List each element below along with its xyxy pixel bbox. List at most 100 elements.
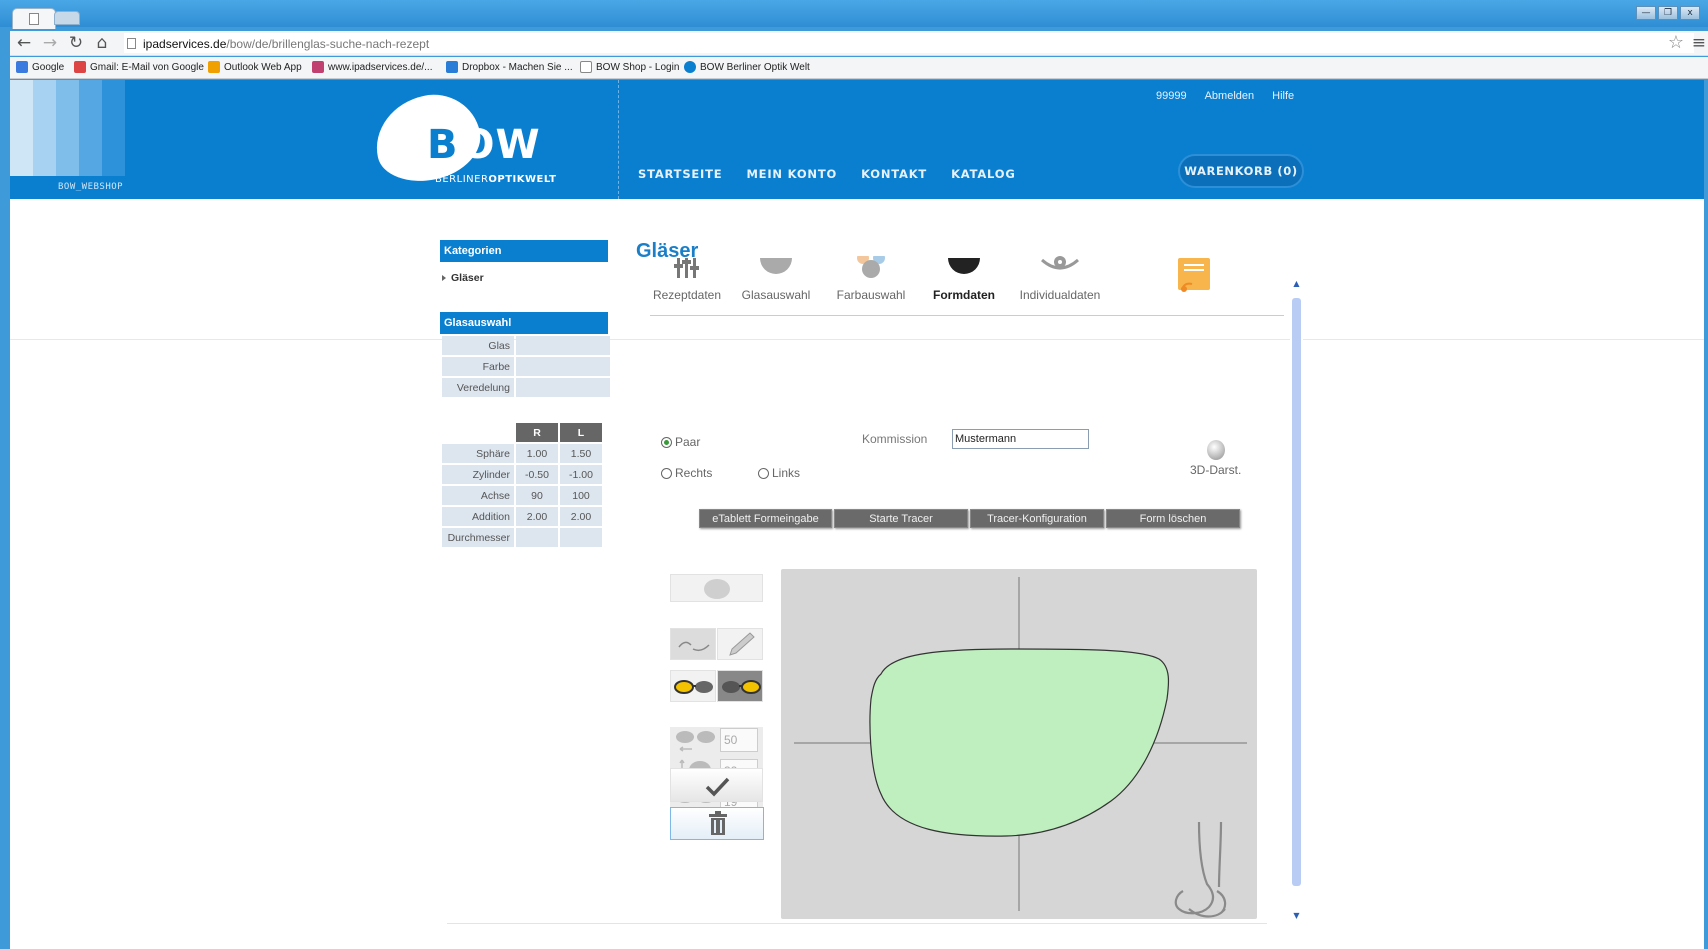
- new-tab-button[interactable]: [54, 11, 80, 25]
- bookmark-gmail[interactable]: Gmail: E-Mail von Google: [74, 61, 204, 73]
- scroll-down-icon[interactable]: ▼: [1291, 910, 1302, 921]
- logo-subtitle: BERLINEROPTIKWELT: [435, 174, 556, 185]
- sliders-icon: [674, 258, 699, 278]
- url-path: /bow/de/brillenglas-suche-nach-rezept: [226, 37, 430, 51]
- row-label: Sphäre: [442, 444, 514, 463]
- nose-icon: [1174, 821, 1227, 918]
- nav-katalog[interactable]: KATALOG: [951, 167, 1016, 181]
- etablett-button[interactable]: eTablett Formeingabe: [699, 509, 832, 528]
- cart-button[interactable]: WARENKORB (0): [1178, 154, 1304, 188]
- bow-logo[interactable]: BOW BERLINEROPTIKWELT: [367, 86, 575, 194]
- bookmark-google[interactable]: Google: [16, 61, 64, 73]
- trash-icon: [709, 811, 727, 835]
- step-formdaten[interactable]: Formdaten: [930, 256, 998, 302]
- row-label: Addition: [442, 507, 514, 526]
- glasses-right-button[interactable]: [717, 670, 763, 702]
- step-rezeptdaten[interactable]: Rezeptdaten: [650, 256, 724, 302]
- cell-r: 2.00: [516, 507, 558, 526]
- url-host: ipadservices.de: [143, 37, 227, 51]
- lens-half-icon: [760, 258, 792, 274]
- row-value: [516, 357, 610, 376]
- close-window-button[interactable]: x: [1680, 6, 1700, 20]
- step-glasauswahl[interactable]: Glasauswahl: [738, 256, 814, 302]
- web-page: BOW_WEBSHOP BOW BERLINEROPTIKWELT STARTS…: [10, 80, 1704, 949]
- 3d-view-button[interactable]: 3D-Darst.: [1190, 440, 1241, 477]
- color-dots-icon: [857, 252, 885, 278]
- bookmark-bow-berliner[interactable]: BOW Berliner Optik Welt: [684, 61, 810, 73]
- bookmark-outlook[interactable]: Outlook Web App: [208, 61, 302, 73]
- row-label: Durchmesser: [442, 528, 514, 547]
- bookmark-label: www.ipadservices.de/...: [328, 61, 433, 73]
- nav-mein-konto[interactable]: MEIN KONTO: [746, 167, 837, 181]
- measurement-input-1[interactable]: [720, 728, 758, 752]
- bookmark-dropbox[interactable]: Dropbox - Machen Sie ...: [446, 61, 573, 73]
- minimize-button[interactable]: —: [1636, 6, 1656, 20]
- scroll-thumb[interactable]: [1292, 298, 1301, 886]
- tracer-config-button[interactable]: Tracer-Konfiguration: [970, 509, 1104, 528]
- step-label: Rezeptdaten: [652, 288, 722, 302]
- logo-word: BOW: [427, 122, 541, 168]
- curve-tool-button[interactable]: [670, 628, 716, 660]
- content-rule: [10, 339, 1704, 340]
- step-summary[interactable]: [1174, 256, 1214, 304]
- row-label: Achse: [442, 486, 514, 505]
- curve-icon: [678, 641, 710, 652]
- glass-selection-table: Glas Farbe Veredelung: [440, 334, 612, 399]
- radio-rechts[interactable]: Rechts: [661, 466, 712, 480]
- table-row: Sphäre 1.00 1.50: [442, 444, 602, 463]
- table-row: Addition 2.00 2.00: [442, 507, 602, 526]
- lens-shape-canvas[interactable]: [781, 569, 1257, 919]
- radio-links[interactable]: Links: [758, 466, 800, 480]
- table-row: Veredelung: [442, 378, 610, 397]
- menu-icon[interactable]: ≡: [1692, 33, 1706, 53]
- cell-l: [560, 528, 602, 547]
- home-icon[interactable]: ⌂: [92, 33, 112, 53]
- checkmark-icon: [705, 777, 730, 797]
- radio-paar[interactable]: Paar: [661, 435, 700, 449]
- step-farbauswahl[interactable]: Farbauswahl: [830, 252, 912, 302]
- bookmark-star-icon[interactable]: ☆: [1668, 32, 1684, 53]
- help-link[interactable]: Hilfe: [1272, 90, 1294, 102]
- logout-link[interactable]: Abmelden: [1205, 90, 1255, 102]
- logo-word-rest: OW: [460, 122, 541, 168]
- row-value: [516, 378, 610, 397]
- pencil-tool-button[interactable]: [717, 628, 763, 660]
- forward-arrow-icon[interactable]: →: [40, 33, 60, 53]
- bookmark-bow-shop[interactable]: BOW Shop - Login: [580, 61, 679, 73]
- address-bar[interactable]: ipadservices.de/bow/de/brillenglas-suche…: [124, 33, 1694, 53]
- nav-startseite[interactable]: STARTSEITE: [638, 167, 722, 181]
- glasses-left-button[interactable]: [670, 670, 716, 702]
- form-delete-button[interactable]: Form löschen: [1106, 509, 1240, 528]
- scroll-up-icon[interactable]: ▲: [1291, 278, 1302, 289]
- categories-header: Kategorien: [440, 240, 608, 262]
- radio-dot: [661, 467, 672, 479]
- row-label: Veredelung: [442, 378, 514, 397]
- lens-outline[interactable]: [869, 648, 1170, 837]
- back-arrow-icon[interactable]: ←: [14, 33, 34, 53]
- start-tracer-button[interactable]: Starte Tracer: [834, 509, 968, 528]
- table-row: Farbe: [442, 357, 610, 376]
- kommission-input[interactable]: [952, 429, 1089, 449]
- cell-r: 90: [516, 486, 558, 505]
- confirm-button[interactable]: [670, 768, 763, 802]
- google-icon: [16, 61, 28, 73]
- scrollbar[interactable]: ▲ ▼: [1290, 276, 1303, 924]
- nav-kontakt[interactable]: KONTAKT: [861, 167, 927, 181]
- site-header: BOW_WEBSHOP BOW BERLINEROPTIKWELT STARTS…: [10, 80, 1704, 199]
- order-sheet-icon: [1178, 258, 1210, 292]
- cell-l: 2.00: [560, 507, 602, 526]
- sphere-icon: [1206, 440, 1225, 460]
- cell-r: [516, 528, 558, 547]
- step-individualdaten[interactable]: Individualdaten: [1014, 256, 1106, 302]
- shape-preset-button[interactable]: [670, 574, 763, 602]
- pencil-icon: [729, 632, 755, 656]
- step-label: Formdaten: [932, 288, 995, 302]
- category-glaeser[interactable]: Gläser: [442, 272, 484, 284]
- bookmark-label: Outlook Web App: [224, 61, 302, 73]
- restore-button[interactable]: ❐: [1658, 6, 1678, 20]
- cell-l: -1.00: [560, 465, 602, 484]
- bookmark-ipadservices[interactable]: www.ipadservices.de/...: [312, 61, 433, 73]
- delete-shape-button[interactable]: [670, 807, 764, 840]
- browser-tab-active[interactable]: [12, 8, 56, 29]
- reload-icon[interactable]: ↻: [66, 33, 86, 53]
